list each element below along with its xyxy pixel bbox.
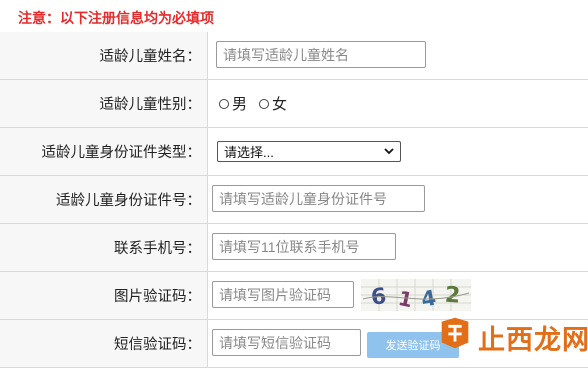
phone-input[interactable]: 请填写11位联系手机号 <box>212 233 396 260</box>
gender-radio-group: 男 女 <box>219 93 299 114</box>
watermark-logo: 止西龙网 <box>436 312 588 356</box>
row-id-number: 适龄儿童身份证件号： 请填写适龄儿童身份证件号 <box>0 176 588 224</box>
id-type-select[interactable]: 请选择... <box>217 141 401 162</box>
required-notice-bar: 注意：以下注册信息均为必填项 <box>0 0 588 33</box>
child-name-label: 适龄儿童姓名： <box>0 32 208 79</box>
radio-circle-icon[interactable] <box>259 98 270 109</box>
watermark-text: 止西龙网 <box>478 325 588 356</box>
image-captcha-label: 图片验证码： <box>0 272 208 319</box>
row-id-type: 适龄儿童身份证件类型： 请选择... <box>0 128 588 176</box>
child-gender-label: 适龄儿童性别： <box>0 80 208 127</box>
id-type-label: 适龄儿童身份证件类型： <box>0 128 208 175</box>
watermark-emblem-icon <box>441 317 469 349</box>
sms-code-input[interactable]: 请填写短信验证码 <box>212 329 361 356</box>
row-child-gender: 适龄儿童性别： 男 女 <box>0 80 588 128</box>
id-number-input[interactable]: 请填写适龄儿童身份证件号 <box>212 185 425 212</box>
image-captcha-input[interactable]: 请填写图片验证码 <box>212 281 354 308</box>
chevron-down-icon <box>384 148 394 155</box>
id-number-label: 适龄儿童身份证件号： <box>0 176 208 223</box>
gender-radio-female[interactable]: 女 <box>259 93 287 114</box>
gender-radio-male[interactable]: 男 <box>219 93 247 114</box>
row-phone: 联系手机号： 请填写11位联系手机号 <box>0 224 588 272</box>
required-notice: 注意：以下注册信息均为必填项 <box>18 10 214 26</box>
row-child-name: 适龄儿童姓名： 请填写适龄儿童姓名 <box>0 32 588 80</box>
captcha-image[interactable]: 6 1 4 2 <box>361 279 471 311</box>
phone-label: 联系手机号： <box>0 224 208 271</box>
child-name-input[interactable]: 请填写适龄儿童姓名 <box>216 41 426 68</box>
radio-circle-icon[interactable] <box>219 98 229 109</box>
